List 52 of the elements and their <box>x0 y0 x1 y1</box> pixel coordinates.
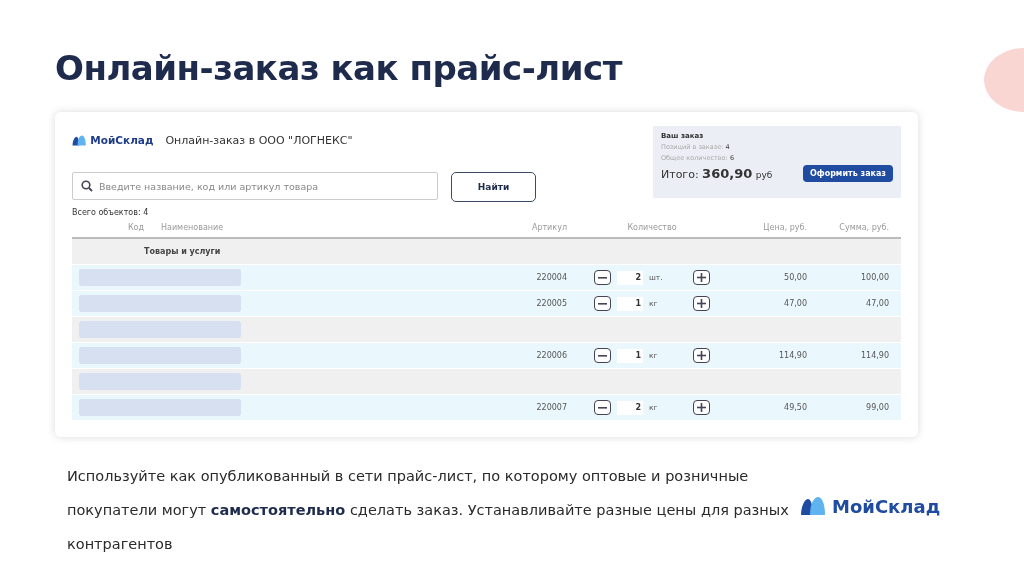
logo-icon <box>800 496 826 516</box>
sum-cell-text: 47,00 <box>865 299 889 308</box>
plus-icon <box>697 299 706 308</box>
price-cell-text: 47,00 <box>783 299 807 308</box>
plus-button[interactable] <box>693 296 710 311</box>
minus-button[interactable] <box>594 400 611 415</box>
plus-icon <box>697 351 706 360</box>
price-cell-text: 49,50 <box>783 403 807 412</box>
checkout-button[interactable]: Оформить заказ <box>802 165 893 182</box>
article-cell-text: 220006 <box>535 351 567 360</box>
order-total: Итого: 360,90 руб <box>661 166 773 181</box>
quantity-field[interactable]: 2 <box>617 400 643 415</box>
minus-icon <box>598 406 607 409</box>
column-header: Количество <box>626 222 678 232</box>
column-header: Цена, руб. <box>762 222 807 232</box>
article-cell-text: 220004 <box>535 273 567 282</box>
column-header: Сумма, руб. <box>838 222 889 232</box>
description-text: Используйте как опубликованный в сети прайс-лист, по которому оптовые и розничные покупатели могут самостоятельно сделать заказ. Устанавливайте разные цены для разных контрагентов <box>67 467 790 554</box>
article-cell-text: 220005 <box>535 299 567 308</box>
slide-title: Онлайн-заказ как прайс-лист <box>55 47 622 90</box>
sum-cell-text: 114,90 <box>860 351 889 360</box>
page-heading: Онлайн-заказ в ООО "ЛОГНЕКС" <box>165 133 353 147</box>
article-cell-text: 220007 <box>535 403 567 412</box>
plus-icon <box>697 273 706 282</box>
plus-icon <box>697 403 706 412</box>
column-header: Наименование <box>160 222 225 232</box>
search-icon <box>81 180 93 192</box>
plus-button[interactable] <box>693 400 710 415</box>
minus-icon <box>598 302 607 305</box>
objects-count: Всего объектов: 4 <box>72 208 150 217</box>
price-cell-text: 50,00 <box>783 273 807 282</box>
quantity-field[interactable]: 1 <box>617 348 643 363</box>
brand-logo: МойСклад <box>800 495 941 517</box>
plus-button[interactable] <box>693 348 710 363</box>
search-field[interactable]: Введите название, код или артикул товара <box>72 172 438 200</box>
price-cell-text: 114,90 <box>778 351 807 360</box>
brand-logo: МойСклад <box>72 134 154 146</box>
logo-icon <box>72 134 87 146</box>
column-header: Код <box>126 222 144 232</box>
minus-icon <box>598 276 607 279</box>
quantity-field[interactable]: 2 <box>617 270 643 285</box>
group-title: Товары и услуги <box>144 247 222 256</box>
minus-button[interactable] <box>594 296 611 311</box>
sum-cell-text: 99,00 <box>865 403 889 412</box>
minus-button[interactable] <box>594 270 611 285</box>
minus-button[interactable] <box>594 348 611 363</box>
plus-button[interactable] <box>693 270 710 285</box>
column-header: Артикул <box>530 222 567 232</box>
minus-icon <box>598 354 607 357</box>
sum-cell-text: 100,00 <box>860 273 889 282</box>
search-button[interactable]: Найти <box>451 172 536 202</box>
quantity-field[interactable]: 1 <box>617 296 643 311</box>
